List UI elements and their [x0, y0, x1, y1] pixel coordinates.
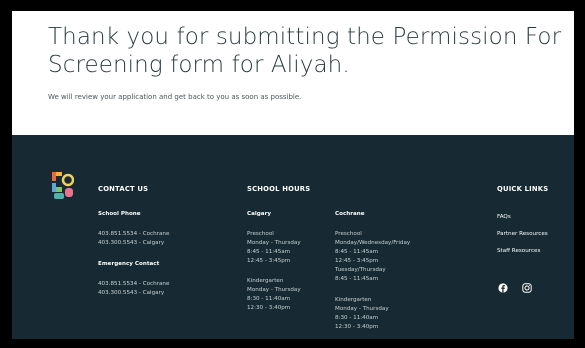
staff-resources-link[interactable]: Staff Resources: [497, 247, 540, 256]
cochrane-preschool-days: Monday/Wednesday/Friday: [335, 240, 411, 246]
contact-heading: CONTACT US: [98, 185, 149, 193]
confirmation-message: We will review your application and get …: [48, 93, 302, 101]
calgary-preschool-pm: 12:45 - 3:45pm: [247, 258, 291, 264]
cochrane-preschool-am-2: 8:45 - 11:45am: [335, 276, 379, 282]
calgary-kindergarten-pm: 12:30 - 3:40pm: [247, 305, 291, 311]
cochrane-kindergarten-am: 8:30 - 11:40am: [335, 315, 379, 321]
calgary-preschool-days: Monday - Thursday: [247, 240, 301, 246]
page-frame: Thank you for submitting the Permission …: [12, 11, 574, 339]
faqs-link[interactable]: FAQs: [497, 213, 511, 222]
school-phone-calgary[interactable]: 403.300.5543 - Calgary: [98, 239, 164, 248]
calgary-kindergarten-am: 8:30 - 11:40am: [247, 296, 291, 302]
confirmation-section: Thank you for submitting the Permission …: [12, 11, 574, 135]
emergency-phone-calgary[interactable]: 403.300.5543 - Calgary: [98, 289, 164, 298]
cochrane-preschool-am: 8:45 - 11:45am: [335, 249, 379, 255]
school-phone-label: School Phone: [98, 211, 141, 217]
school-hours-heading: SCHOOL HOURS: [247, 185, 311, 193]
cochrane-kindergarten-pm: 12:30 - 3:40pm: [335, 324, 379, 330]
site-footer: CONTACT US School Phone 403.851.5534 - C…: [12, 135, 574, 339]
cochrane-label: Cochrane: [335, 211, 365, 217]
partner-resources-link[interactable]: Partner Resources: [497, 230, 548, 239]
instagram-icon[interactable]: [522, 283, 532, 293]
confirmation-title: Thank you for submitting the Permission …: [48, 24, 562, 78]
calgary-kindergarten: Kindergarten: [247, 278, 284, 284]
cochrane-kindergarten: Kindergarten: [335, 297, 372, 303]
school-phone-cochrane[interactable]: 403.851.5534 - Cochrane: [98, 230, 169, 239]
cochrane-preschool: Preschool: [335, 231, 362, 237]
school-logo[interactable]: [52, 170, 74, 200]
calgary-kindergarten-days: Monday - Thursday: [247, 287, 301, 293]
cochrane-preschool-days-2: Tuesday/Thursday: [335, 267, 386, 273]
calgary-preschool-am: 8:45 - 11:45am: [247, 249, 291, 255]
calgary-label: Calgary: [247, 211, 271, 217]
calgary-preschool: Preschool: [247, 231, 274, 237]
cochrane-preschool-pm: 12:45 - 3:45pm: [335, 258, 379, 264]
quick-links-heading: QUICK LINKS: [497, 185, 549, 193]
emergency-contact-label: Emergency Contact: [98, 261, 160, 267]
cochrane-kindergarten-days: Monday - Thursday: [335, 306, 389, 312]
emergency-phone-cochrane[interactable]: 403.851.5534 - Cochrane: [98, 280, 169, 289]
facebook-icon[interactable]: [498, 283, 508, 293]
